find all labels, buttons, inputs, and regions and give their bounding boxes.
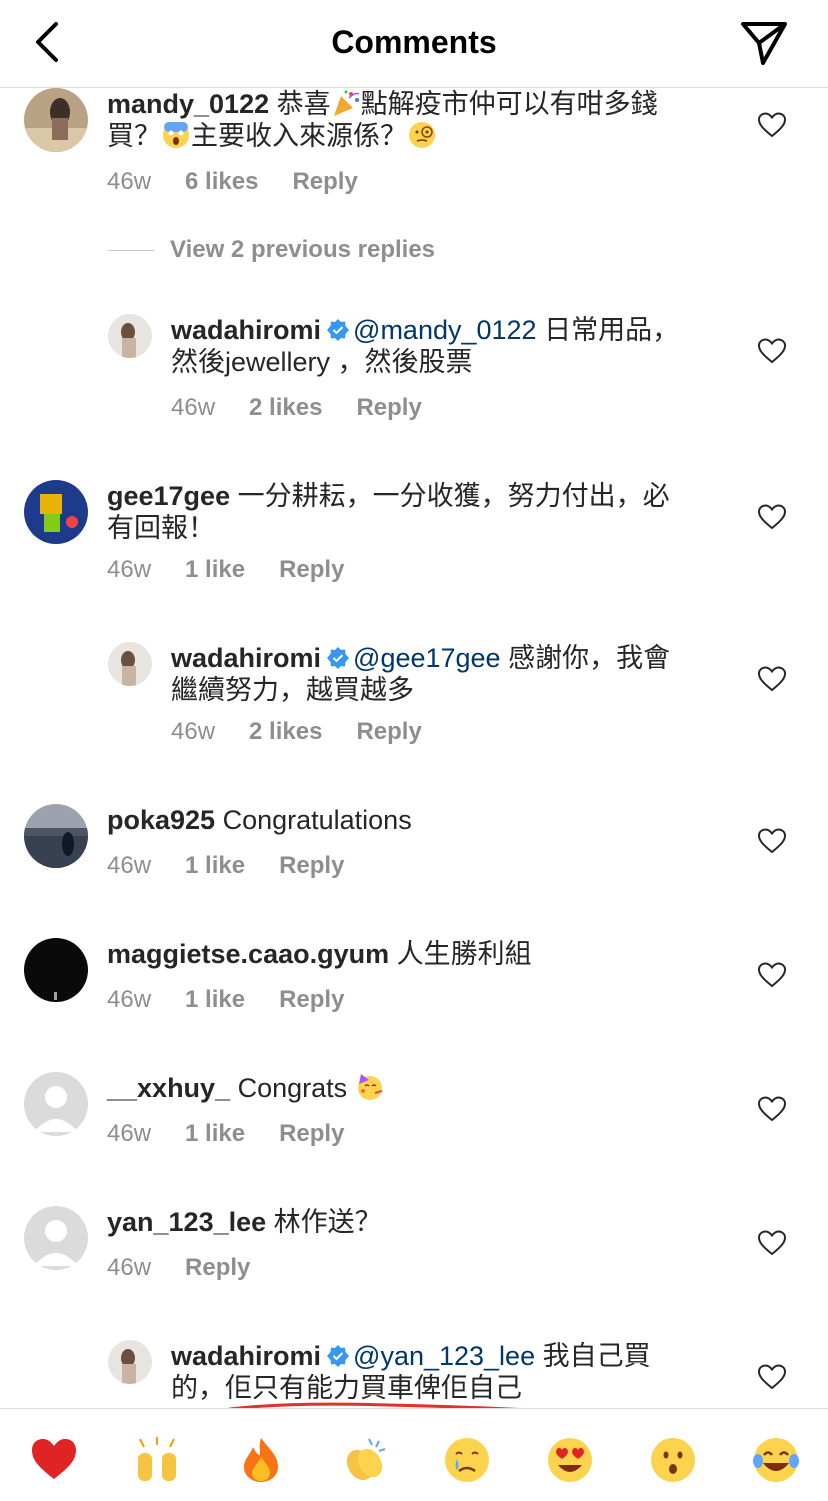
verified-badge-icon — [327, 647, 350, 669]
comment-text: Congratulations — [215, 805, 412, 835]
avatar[interactable] — [24, 480, 88, 544]
likes-count[interactable]: 2 likes — [249, 718, 322, 745]
avatar[interactable] — [24, 938, 88, 1002]
reply-button[interactable]: Reply — [356, 718, 421, 745]
comment-time: 46w — [107, 1120, 152, 1147]
comment-text: 點解疫市仲可以有咁多錢 — [360, 89, 658, 119]
comment-list: mandy_0122 恭喜 點解疫市仲可以有咁多錢 買？ 主要收入來源係？ 46w 6… — [0, 88, 828, 1408]
heart-icon[interactable] — [758, 962, 786, 988]
comment-username[interactable]: maggietse.caao.gyum — [107, 939, 389, 969]
verified-badge-icon — [327, 1345, 350, 1367]
comment-username[interactable]: yan_123_lee — [107, 1207, 266, 1237]
comment-text: Congrats — [230, 1073, 348, 1103]
comment-text: 有回報！ — [107, 513, 215, 543]
monocle-face-icon — [409, 122, 435, 148]
comment-time: 46w — [171, 718, 216, 745]
likes-count[interactable]: 2 likes — [249, 394, 322, 421]
partying-face-icon — [358, 1074, 383, 1100]
comment-time: 46w — [107, 986, 152, 1013]
reply-button[interactable]: Reply — [292, 168, 357, 195]
comment-time: 46w — [107, 852, 152, 879]
heart-icon[interactable] — [758, 1364, 786, 1390]
fire-emoji-icon[interactable] — [236, 1435, 286, 1485]
paper-plane-icon[interactable] — [738, 18, 790, 68]
page-title: Comments — [331, 24, 497, 60]
view-previous-replies[interactable]: View 2 previous replies — [108, 236, 435, 264]
reply-button[interactable]: Reply — [279, 1120, 344, 1147]
heart-eyes-emoji-icon[interactable] — [545, 1435, 595, 1485]
avatar[interactable] — [108, 642, 152, 686]
comment-username[interactable]: wadahiromi — [171, 643, 321, 673]
avatar[interactable] — [108, 314, 152, 358]
crying-face-emoji-icon[interactable] — [442, 1435, 492, 1485]
party-popper-icon — [333, 90, 359, 116]
likes-count[interactable]: 6 likes — [185, 168, 258, 195]
emoji-quick-bar — [0, 1408, 828, 1501]
tears-of-joy-emoji-icon[interactable] — [751, 1435, 801, 1485]
avatar[interactable] — [24, 1206, 88, 1270]
likes-count[interactable]: 1 like — [185, 986, 245, 1013]
avatar[interactable] — [24, 88, 88, 152]
comment-text: 然後jewellery ，然後股票 — [171, 347, 473, 377]
comment-username[interactable]: wadahiromi — [171, 1341, 321, 1371]
heart-icon[interactable] — [758, 338, 786, 364]
comment-text: 繼續努力，越買越多 — [171, 675, 414, 705]
comment-time: 46w — [107, 1254, 152, 1281]
reply-button[interactable]: Reply — [279, 852, 344, 879]
heart-icon[interactable] — [758, 1096, 786, 1122]
comment-text: 主要收入來源係？ — [191, 121, 407, 151]
comment-username[interactable]: poka925 — [107, 805, 215, 835]
reply-button[interactable]: Reply — [279, 556, 344, 583]
avatar[interactable] — [24, 1072, 88, 1136]
comment-text: 一分耕耘，一分收獲，努力付出，必 — [230, 481, 670, 511]
likes-count[interactable]: 1 like — [185, 556, 245, 583]
avatar[interactable] — [24, 804, 88, 868]
likes-count[interactable]: 1 like — [185, 1120, 245, 1147]
screaming-face-icon — [163, 122, 189, 148]
comment-username[interactable]: __xxhuy_ — [107, 1073, 230, 1103]
heart-icon[interactable] — [758, 504, 786, 530]
comment-username[interactable]: mandy_0122 — [107, 89, 269, 119]
clapping-hands-emoji-icon[interactable] — [339, 1435, 389, 1485]
avatar[interactable] — [108, 1340, 152, 1384]
comment-text: 人生勝利組 — [389, 939, 532, 969]
reply-button[interactable]: Reply — [185, 1254, 250, 1281]
comment-text: 的， — [171, 1373, 225, 1403]
heart-icon[interactable] — [758, 112, 786, 138]
surprised-face-emoji-icon[interactable] — [648, 1435, 698, 1485]
comment-text: 買？ — [107, 121, 161, 151]
heart-icon[interactable] — [758, 666, 786, 692]
comment-time: 46w — [107, 556, 152, 583]
comment-username[interactable]: gee17gee — [107, 481, 230, 511]
comment-text: 日常用品， — [536, 315, 680, 345]
raised-hands-emoji-icon[interactable] — [132, 1435, 182, 1485]
comment-text: 林作送？ — [266, 1207, 382, 1237]
mention-link[interactable]: @mandy_0122 — [353, 315, 537, 345]
heart-icon[interactable] — [758, 828, 786, 854]
red-underline-annotation — [228, 1402, 520, 1408]
comment-text: 感謝你，我會 — [500, 643, 671, 673]
verified-badge-icon — [327, 319, 350, 341]
header: Comments — [0, 0, 828, 88]
comment-text: 恭喜 — [269, 89, 331, 119]
divider — [108, 250, 154, 252]
comment-time: 46w — [107, 168, 152, 195]
highlighted-text: 佢只有能力買車俾佢自己 — [225, 1373, 522, 1403]
mention-link[interactable]: @yan_123_lee — [353, 1341, 535, 1371]
comment-username[interactable]: wadahiromi — [171, 315, 321, 345]
red-heart-emoji-icon[interactable] — [29, 1435, 79, 1485]
likes-count[interactable]: 1 like — [185, 852, 245, 879]
heart-icon[interactable] — [758, 1230, 786, 1256]
reply-button[interactable]: Reply — [279, 986, 344, 1013]
mention-link[interactable]: @gee17gee — [353, 643, 501, 673]
reply-button[interactable]: Reply — [356, 394, 421, 421]
comment-time: 46w — [171, 394, 216, 421]
comment-text: 我自己買 — [535, 1341, 651, 1371]
